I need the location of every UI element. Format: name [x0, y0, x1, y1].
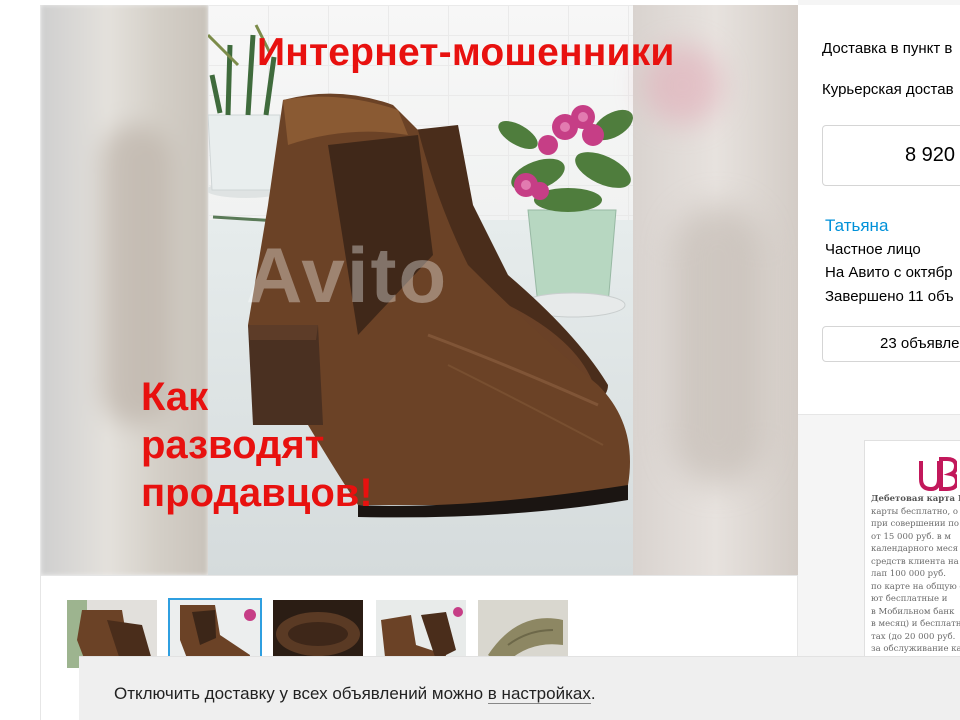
left-gutter	[0, 0, 40, 720]
seller-panel: Доставка в пункт в Курьерская достав 8 9…	[798, 5, 960, 415]
bank-ad-text: Дебетовая карта Б карты бесплатно, о при…	[871, 494, 960, 654]
subhead-line-1: Как	[141, 375, 209, 419]
notice-text-before: Отключить доставку у всех объявлений мож…	[114, 684, 488, 703]
phone-number-label: 8 920	[905, 144, 956, 166]
photo-gallery: Avito Интернет-мошенники Как разводят пр…	[40, 5, 798, 720]
right-column: Доставка в пункт в Курьерская достав 8 9…	[798, 0, 960, 720]
seller-ads-label: 23 объявле	[880, 335, 960, 352]
notice-text-after: .	[590, 684, 596, 703]
show-phone-button[interactable]: 8 920	[822, 125, 960, 186]
bank-logo-icon	[919, 457, 957, 492]
subhead-line-2: разводят	[141, 423, 325, 467]
delivery-pickup-option[interactable]: Доставка в пункт в	[822, 40, 952, 57]
avito-watermark: Avito	[246, 231, 449, 319]
photo-subhead: Как разводят продавцов!	[141, 373, 373, 517]
subhead-line-3: продавцов!	[141, 471, 373, 515]
seller-completed: Завершено 11 объ	[825, 288, 954, 305]
delivery-notice-bar: Отключить доставку у всех объявлений мож…	[79, 656, 960, 720]
seller-type: Частное лицо	[825, 241, 921, 258]
settings-link[interactable]: в настройках	[487, 684, 591, 704]
seller-name-link[interactable]: Татьяна	[825, 216, 888, 236]
seller-ads-button[interactable]: 23 объявле	[822, 326, 960, 362]
delivery-notice-text: Отключить доставку у всех объявлений мож…	[114, 684, 596, 704]
page: Avito Интернет-мошенники Как разводят пр…	[0, 0, 960, 720]
photo-blur-right	[633, 5, 798, 575]
seller-since: На Авито с октябр	[825, 264, 953, 281]
photo-headline: Интернет-мошенники	[257, 31, 675, 74]
delivery-courier-option[interactable]: Курьерская достав	[822, 81, 954, 98]
main-photo[interactable]: Avito Интернет-мошенники Как разводят пр…	[41, 5, 798, 575]
